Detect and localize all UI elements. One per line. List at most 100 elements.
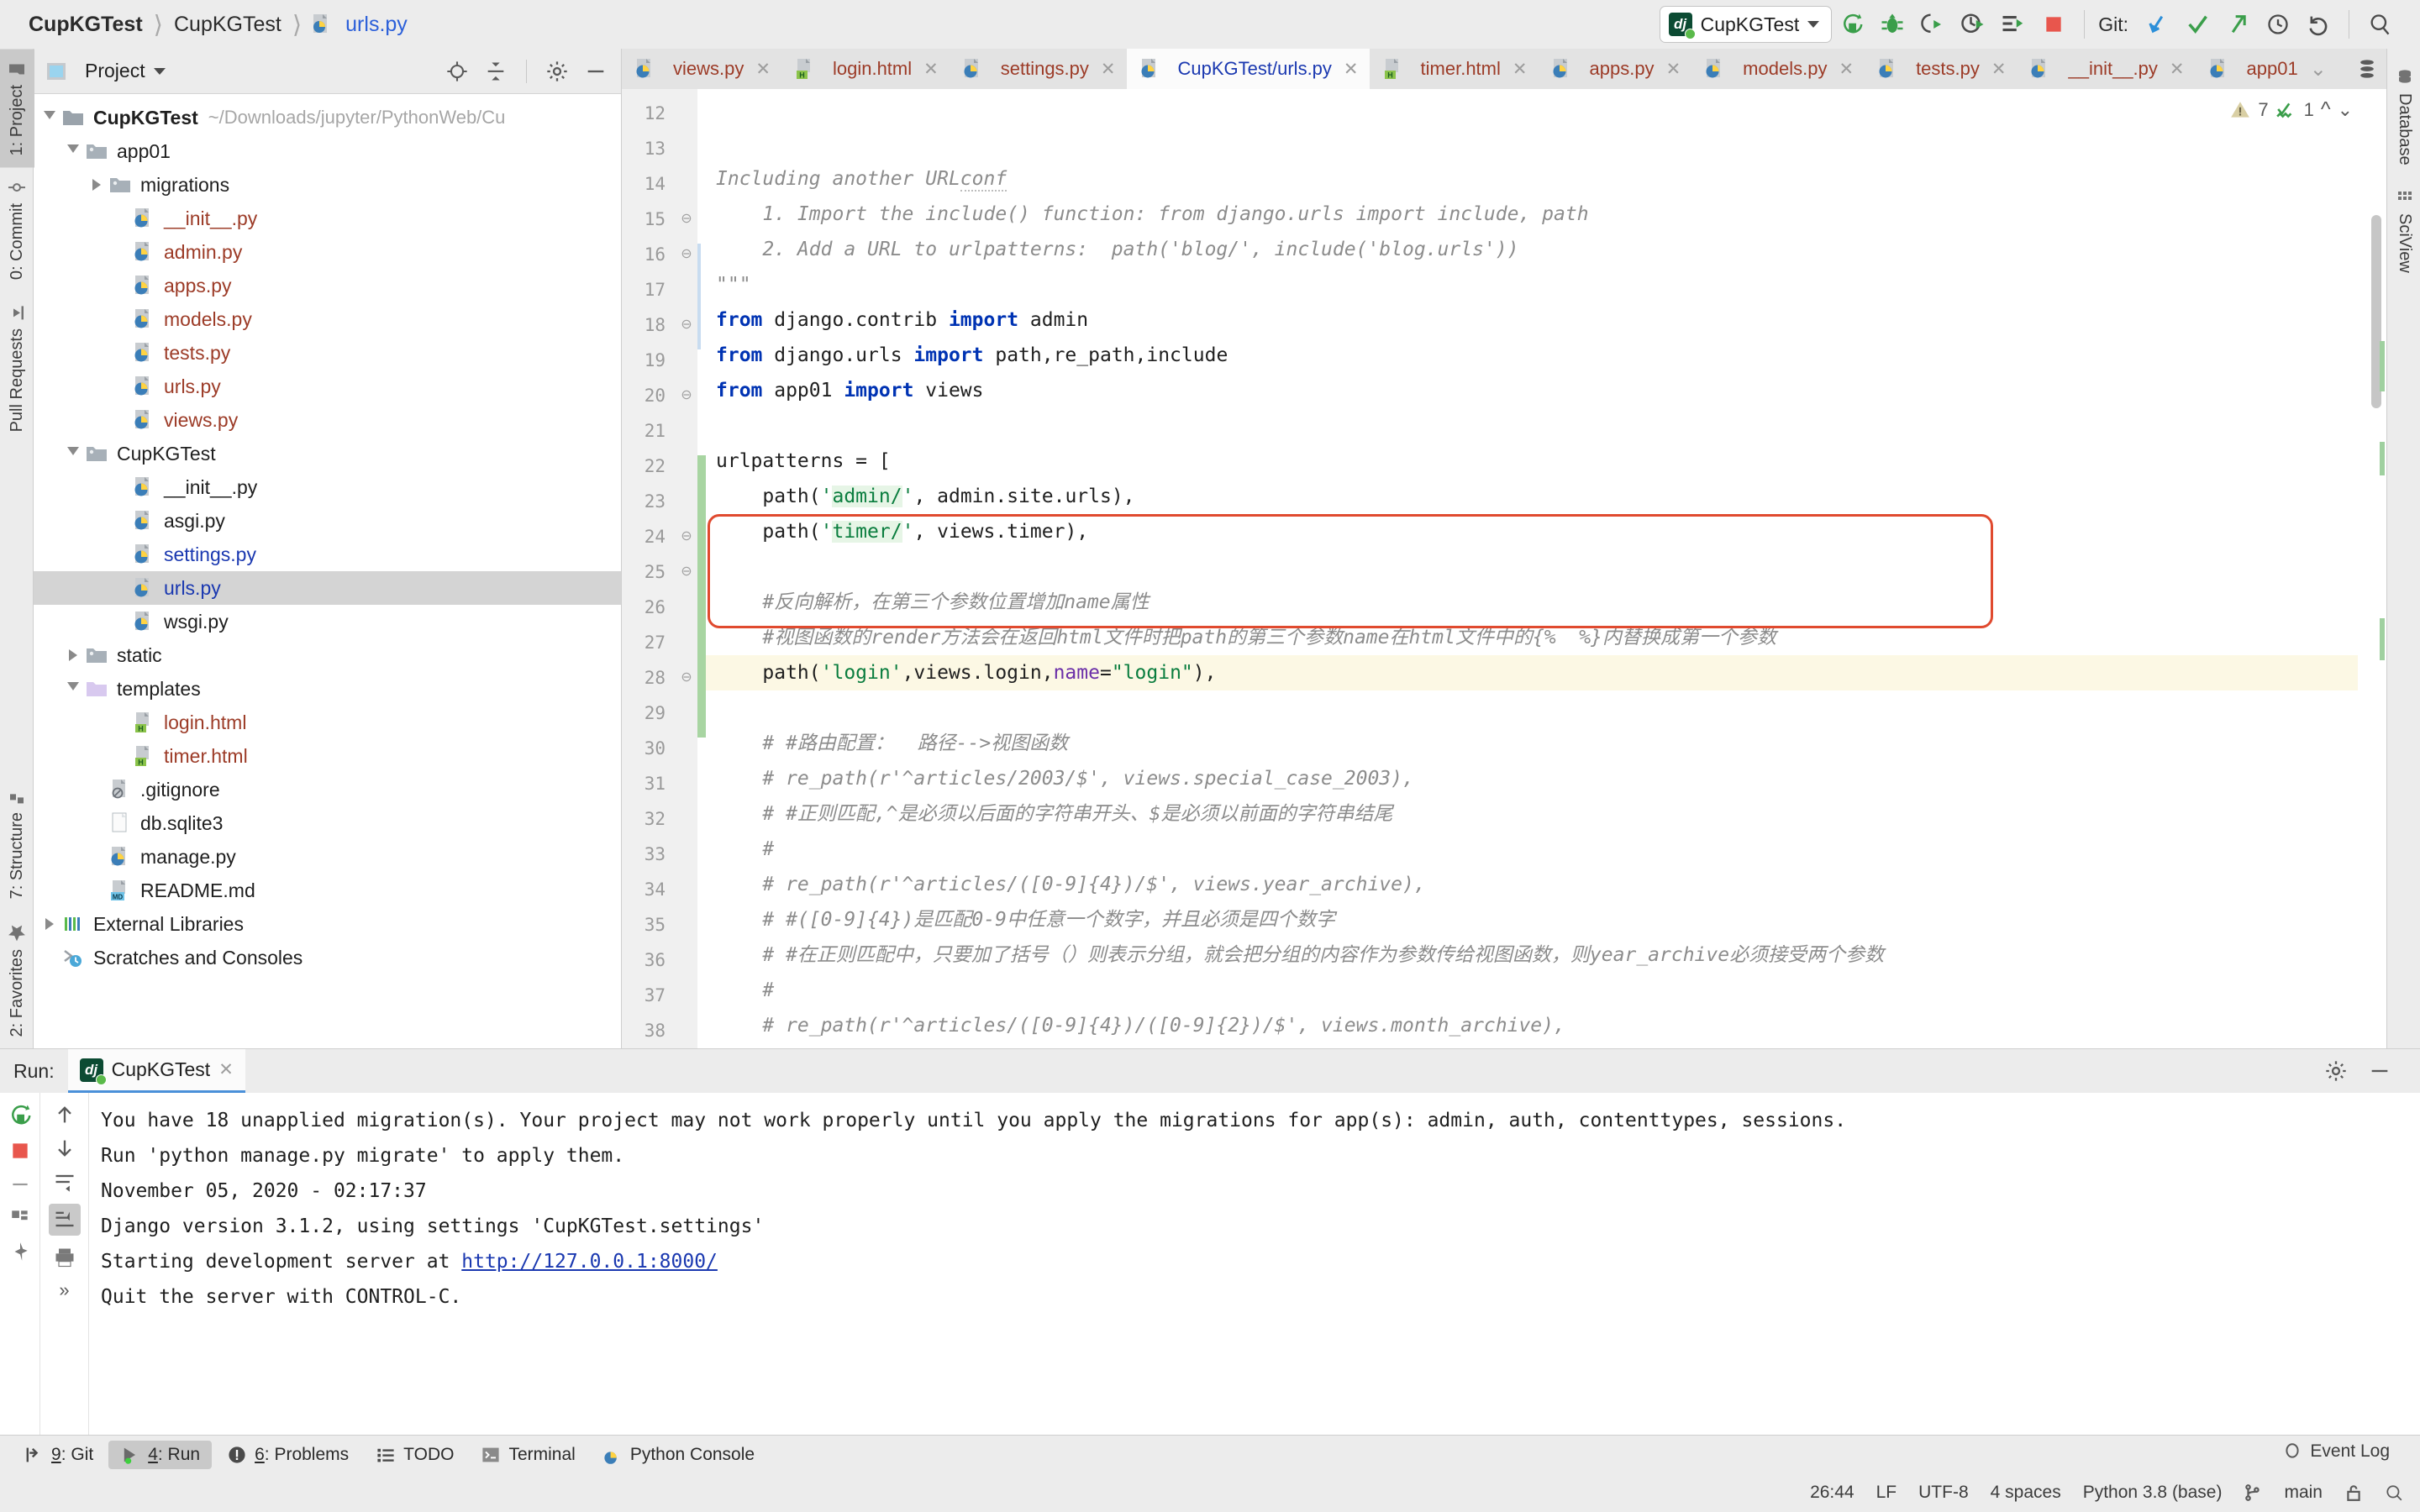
git-push-button[interactable]: [2217, 4, 2258, 45]
code-line[interactable]: 2. Add a URL to urlpatterns: path('blog/…: [706, 232, 2358, 267]
prev-problem-icon[interactable]: ^: [2321, 97, 2331, 122]
close-icon[interactable]: ✕: [1344, 59, 1359, 80]
fold-marker[interactable]: [676, 166, 697, 202]
fold-marker[interactable]: [676, 731, 697, 766]
code-line[interactable]: # re_path(r'^articles/(?P<year>[0-9]{4})…: [706, 1043, 2358, 1048]
code-line[interactable]: [706, 549, 2358, 585]
run-with-coverage-button[interactable]: [1912, 4, 1953, 45]
sidebar-item-structure[interactable]: 7: Structure: [0, 776, 34, 911]
close-icon[interactable]: ✕: [1101, 59, 1116, 80]
pause-icon[interactable]: [9, 1173, 31, 1195]
tree-item-app01[interactable]: app01: [34, 134, 621, 168]
soft-wrap-icon[interactable]: [53, 1170, 76, 1194]
indent-setting[interactable]: 4 spaces: [1991, 1483, 2061, 1503]
tree-item-cupkgtest[interactable]: CupKGTest: [34, 437, 621, 470]
fold-marker[interactable]: [676, 96, 697, 131]
editor-tab---init---py[interactable]: __init__.py ✕: [2017, 49, 2195, 89]
fold-marker[interactable]: [676, 590, 697, 625]
fold-marker[interactable]: [676, 413, 697, 449]
git-history-button[interactable]: [2258, 4, 2298, 45]
code-line[interactable]: """: [706, 267, 2358, 302]
console-link[interactable]: http://127.0.0.1:8000/: [461, 1251, 718, 1273]
code-text-area[interactable]: Including another URLconf 1. Import the …: [706, 89, 2358, 1048]
scroll-to-end-icon[interactable]: [48, 1204, 81, 1236]
sidebar-item-sciview[interactable]: SciView: [2387, 177, 2420, 285]
tree-twisty[interactable]: [39, 918, 60, 930]
tree-twisty[interactable]: [39, 110, 60, 125]
fold-marker[interactable]: [676, 801, 697, 837]
fold-marker[interactable]: [676, 907, 697, 942]
code-line[interactable]: from django.contrib import admin: [706, 302, 2358, 338]
fold-marker[interactable]: ⊖: [676, 660, 697, 696]
close-icon[interactable]: ✕: [2170, 59, 2185, 80]
fold-marker[interactable]: ⊖: [676, 202, 697, 237]
tree-item-templates[interactable]: templates: [34, 672, 621, 706]
code-line[interactable]: # re_path(r'^articles/([0-9]{4})/$', vie…: [706, 867, 2358, 902]
hide-panel-icon[interactable]: [2365, 1056, 2395, 1086]
editor-tab-tests-py[interactable]: tests.py ✕: [1865, 49, 2017, 89]
fold-marker[interactable]: [676, 625, 697, 660]
run-button[interactable]: [1832, 4, 1872, 45]
code-line[interactable]: # #路由配置： 路径-->视图函数: [706, 726, 2358, 761]
tool-tab-9--git[interactable]: 9: Git: [12, 1441, 105, 1469]
pin-icon[interactable]: [9, 1241, 31, 1263]
breadcrumb-item-project[interactable]: CupKGTest: [25, 13, 146, 37]
code-line[interactable]: # #正则匹配,^是必须以后面的字符串开头、$是必须以前面的字符串结尾: [706, 796, 2358, 832]
tree-item-scratches-and-consoles[interactable]: Scratches and Consoles: [34, 941, 621, 974]
code-line[interactable]: #: [706, 973, 2358, 1008]
next-problem-icon[interactable]: ⌄: [2338, 99, 2353, 121]
close-icon[interactable]: ✕: [755, 59, 771, 80]
close-icon[interactable]: ✕: [1991, 59, 2007, 80]
fold-marker[interactable]: ⊖: [676, 554, 697, 590]
tree-item-urls-py[interactable]: urls.py: [34, 370, 621, 403]
trash-icon[interactable]: [9, 1207, 31, 1229]
tree-item-timer-html[interactable]: Htimer.html: [34, 739, 621, 773]
tool-tab-python-console[interactable]: Python Console: [591, 1441, 766, 1469]
close-icon[interactable]: ✕: [1839, 59, 1854, 80]
tree-twisty[interactable]: [86, 179, 108, 191]
code-line[interactable]: from django.urls import path,re_path,inc…: [706, 338, 2358, 373]
scroll-down-icon[interactable]: [53, 1137, 76, 1160]
code-line[interactable]: # #([0-9]{4})是匹配0-9中任意一个数字，并且必须是四个数字: [706, 902, 2358, 937]
code-line[interactable]: path('timer/', views.timer),: [706, 514, 2358, 549]
close-icon[interactable]: ✕: [1666, 59, 1681, 80]
tree-item-asgi-py[interactable]: asgi.py: [34, 504, 621, 538]
sidebar-item-favorites[interactable]: 2: Favorites: [0, 911, 34, 1048]
stop-button[interactable]: [2033, 4, 2074, 45]
git-rollback-button[interactable]: [2298, 4, 2338, 45]
chevron-down-icon[interactable]: ⌄: [2310, 57, 2327, 81]
collapse-all-icon[interactable]: [481, 56, 511, 87]
tool-window-bar[interactable]: 9: Git 4: Run 6: Problems TODO Terminal Pytho…: [0, 1435, 2420, 1473]
code-folding-gutter[interactable]: ⊖ ⊖ ⊖ ⊖ ⊖ ⊖ ⊖: [676, 89, 697, 1048]
fold-marker[interactable]: [676, 272, 697, 307]
tool-tab-todo[interactable]: TODO: [364, 1441, 466, 1469]
tool-tab-4--run[interactable]: 4: Run: [108, 1440, 213, 1469]
code-line[interactable]: #: [706, 832, 2358, 867]
git-branch-name[interactable]: main: [2284, 1483, 2323, 1503]
tool-tab-6--problems[interactable]: 6: Problems: [215, 1441, 360, 1469]
fold-marker[interactable]: ⊖: [676, 378, 697, 413]
inspection-widget[interactable]: 7 1 ^ ⌄: [2229, 97, 2353, 122]
editor-tab-models-py[interactable]: models.py ✕: [1691, 49, 1865, 89]
fold-marker[interactable]: [676, 484, 697, 519]
inspection-icon[interactable]: [2385, 1483, 2403, 1502]
more-options-icon[interactable]: »: [59, 1279, 69, 1301]
print-icon[interactable]: [53, 1246, 76, 1269]
editor-tab-views-py[interactable]: views.py ✕: [622, 49, 781, 89]
run-tab-cupkgtest[interactable]: dj CupKGTest ✕: [67, 1049, 245, 1093]
editor-tab-cupkgtest-urls-py[interactable]: CupKGTest/urls.py ✕: [1126, 49, 1370, 89]
fold-marker[interactable]: [676, 343, 697, 378]
fold-marker[interactable]: [676, 978, 697, 1013]
fold-marker[interactable]: [676, 837, 697, 872]
tree-twisty[interactable]: [62, 446, 84, 461]
tree-twisty[interactable]: [62, 681, 84, 696]
editor-tab-settings-py[interactable]: settings.py ✕: [950, 49, 1127, 89]
locate-icon[interactable]: [442, 56, 472, 87]
fold-marker[interactable]: [676, 766, 697, 801]
tree-twisty[interactable]: [62, 144, 84, 159]
sidebar-item-database[interactable]: Database: [2387, 57, 2420, 177]
code-line[interactable]: # #在正则匹配中，只要加了括号（）则表示分组，就会把分组的内容作为参数传给视图…: [706, 937, 2358, 973]
file-encoding[interactable]: UTF-8: [1918, 1483, 1969, 1503]
tree-item---init---py[interactable]: __init__.py: [34, 202, 621, 235]
tree-item--gitignore[interactable]: .gitignore: [34, 773, 621, 806]
